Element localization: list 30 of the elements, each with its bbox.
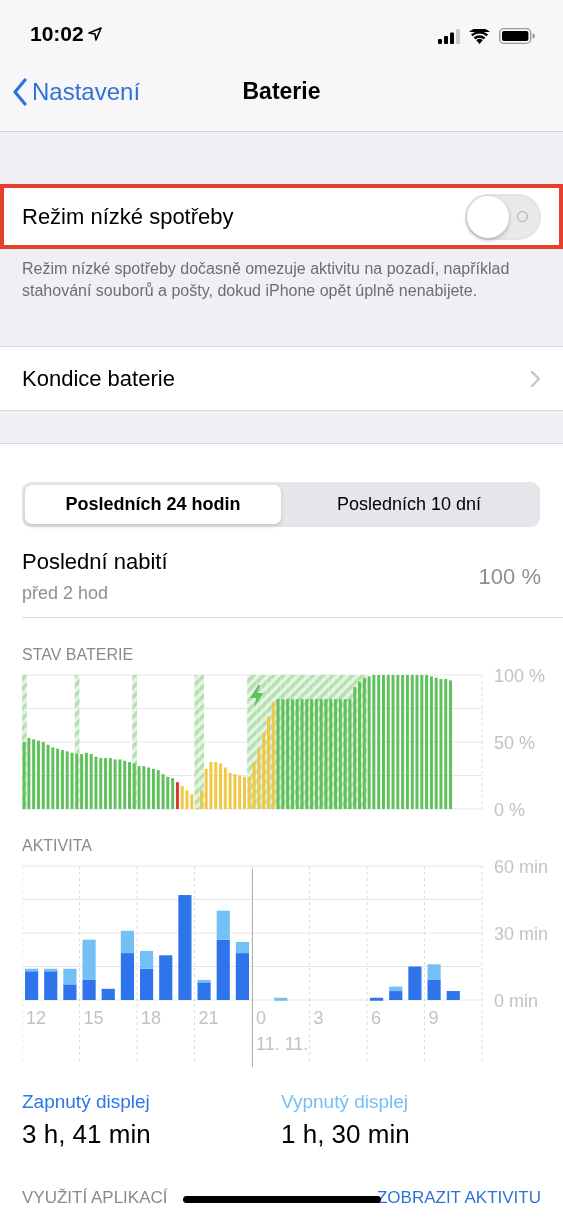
axis-label: 50 % [494, 733, 536, 753]
section-header: STAV BATERIE [22, 646, 135, 664]
axis-label: 18 [141, 1008, 162, 1028]
last-charge-time: před 2 hod [22, 583, 110, 604]
axis-label: 30 min [494, 924, 549, 944]
footer-text: Režim nízké spotřeby dočasně omezuje aktivitu na pozadí, například stahování souborů a pošty, dokud iPhone opět úplně nenabijete. [22, 260, 510, 299]
legend-label: Zapnutý displej [22, 1091, 151, 1113]
section-header: VYUŽITÍ APLIKACÍ [22, 1188, 168, 1208]
total-value: 1 h, 30 min [281, 1119, 411, 1150]
axis-label: 60 min [494, 858, 549, 877]
axis-label: 0 min [494, 991, 538, 1011]
axis-label: 21 [198, 1008, 219, 1028]
row-label: Kondice baterie [22, 365, 175, 392]
date-label: 11. 11. [256, 1034, 309, 1054]
axis-label: 12 [26, 1008, 47, 1028]
axis-label: 9 [428, 1008, 439, 1028]
axis-label: 0 [256, 1008, 266, 1028]
axis-label: 15 [83, 1008, 104, 1028]
axis-label: 3 [313, 1008, 324, 1028]
page-title: Baterie [242, 78, 321, 104]
status-time: 10:02 [30, 22, 84, 46]
legend-label: Vypnutý displej [281, 1091, 410, 1113]
last-charge-title: Poslední nabití [22, 549, 168, 574]
charge-level: 100 % [478, 563, 541, 590]
axis-label: 0 % [494, 800, 526, 817]
axis-label: 100 % [494, 667, 546, 686]
section-header: AKTIVITA [22, 837, 93, 855]
total-value: 3 h, 41 min [22, 1119, 152, 1150]
row-label: Režim nízké spotřeby [22, 203, 234, 230]
axis-label: 6 [371, 1008, 381, 1028]
